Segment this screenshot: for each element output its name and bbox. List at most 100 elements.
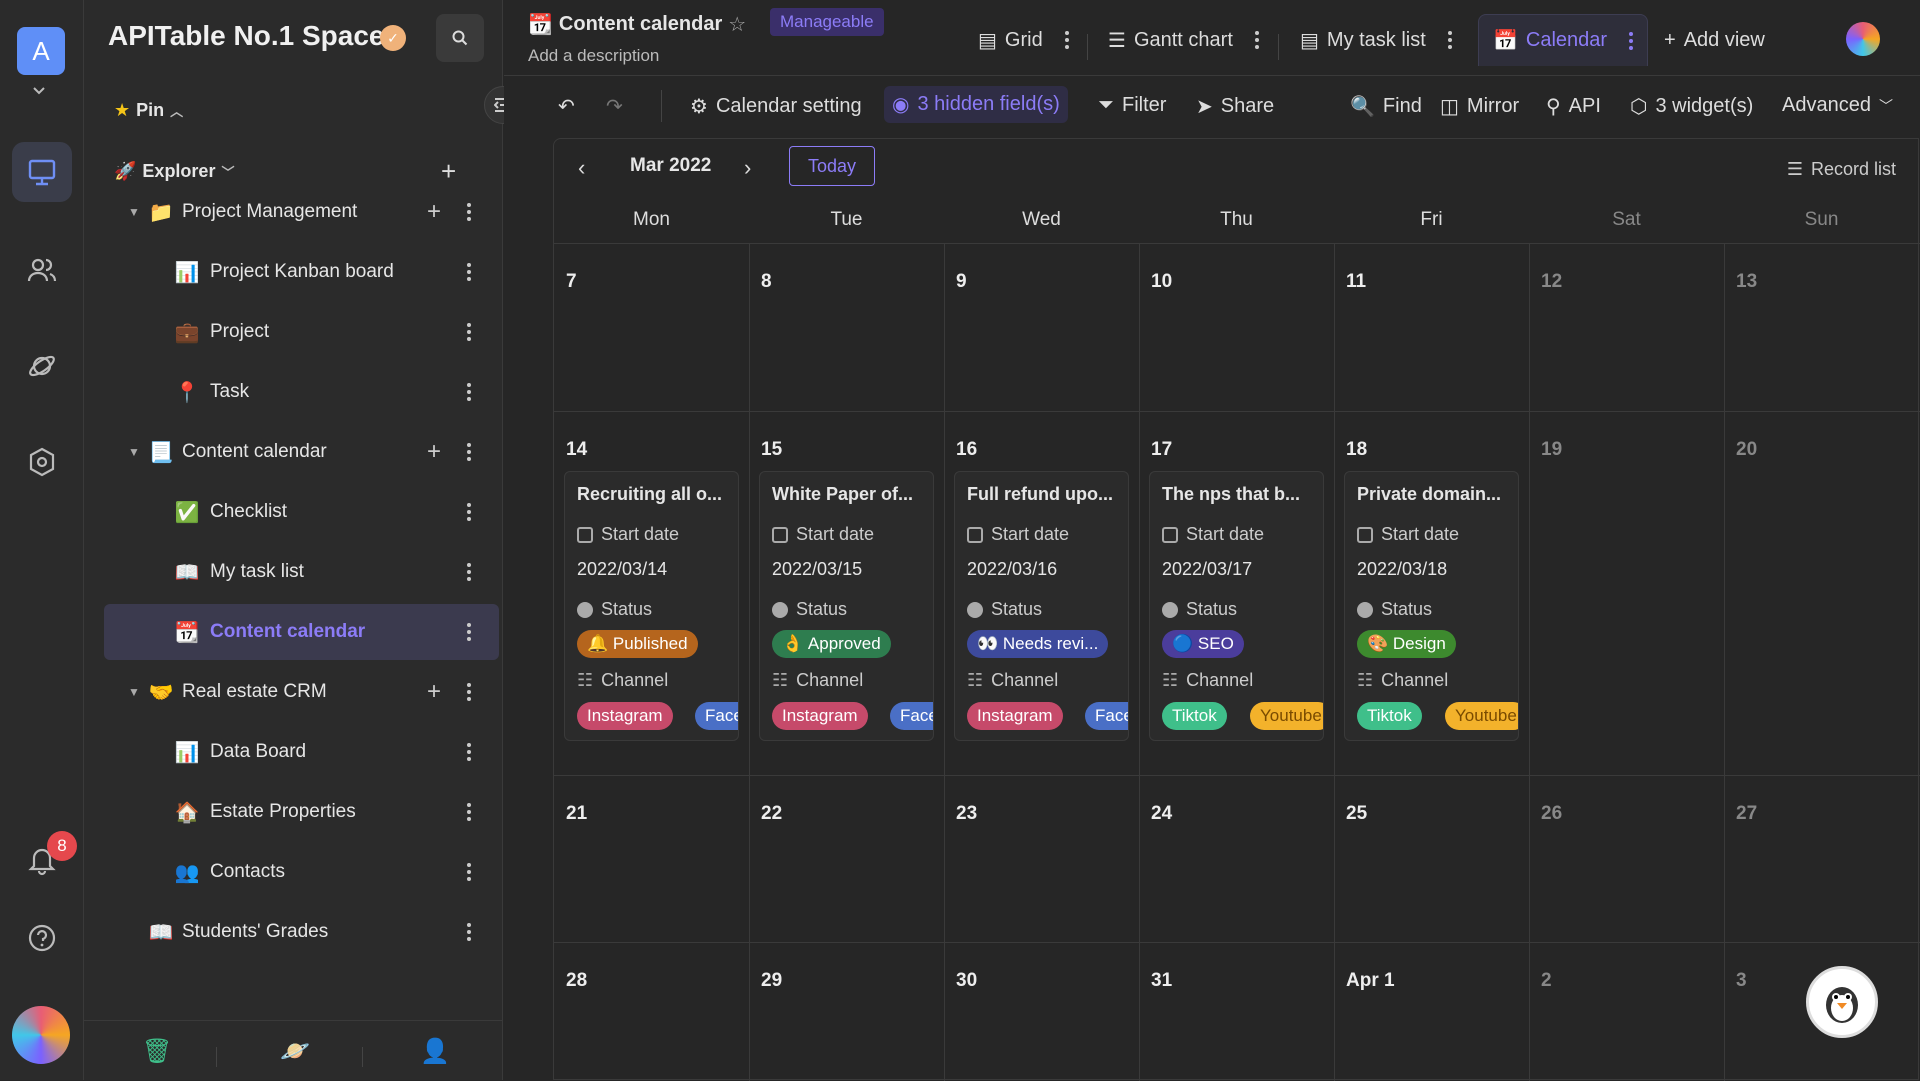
template-center-icon[interactable]: 🪐: [280, 1037, 310, 1066]
day-number[interactable]: 26: [1541, 803, 1562, 825]
record-card[interactable]: Private domain... Start date 2022/03/18 Sta…: [1344, 471, 1519, 741]
tree-node[interactable]: 📍 Task: [84, 364, 503, 420]
caret-down-icon[interactable]: ▼: [128, 205, 140, 219]
tree-node[interactable]: 🏠 Estate Properties: [84, 784, 503, 840]
day-number[interactable]: 16: [956, 439, 977, 461]
tree-node[interactable]: 📖 My task list: [84, 544, 503, 600]
day-number[interactable]: 22: [761, 803, 782, 825]
record-card[interactable]: White Paper of... Start date 2022/03/15 Sta…: [759, 471, 934, 741]
day-number[interactable]: 30: [956, 970, 977, 992]
tree-node[interactable]: 📊 Project Kanban board: [84, 244, 503, 300]
day-number[interactable]: 11: [1346, 271, 1366, 293]
day-number[interactable]: 31: [1151, 970, 1172, 992]
more-icon[interactable]: [467, 623, 473, 641]
day-number[interactable]: 3: [1736, 970, 1747, 992]
more-icon[interactable]: [467, 323, 473, 341]
help-button[interactable]: [12, 908, 72, 968]
day-number[interactable]: 14: [566, 439, 587, 461]
view-tab-grid[interactable]: ▤ Grid: [978, 14, 1069, 66]
more-icon[interactable]: [467, 563, 473, 581]
day-number[interactable]: 25: [1346, 803, 1367, 825]
caret-down-icon[interactable]: ▼: [128, 445, 140, 459]
sidebar-search-button[interactable]: [436, 14, 484, 62]
redo-icon[interactable]: ↷: [606, 94, 623, 119]
assistant-mascot-button[interactable]: [1806, 966, 1878, 1038]
tree-node[interactable]: ▼ 📁 Project Management +: [84, 184, 503, 240]
day-number[interactable]: 9: [956, 271, 967, 293]
add-child-button[interactable]: +: [427, 198, 441, 226]
api-button[interactable]: ⚲ API: [1546, 94, 1601, 119]
chevron-down-icon[interactable]: [32, 84, 46, 98]
record-card[interactable]: The nps that b... Start date 2022/03/17 Sta…: [1149, 471, 1324, 741]
more-icon[interactable]: [467, 383, 473, 401]
record-card[interactable]: Full refund upo... Start date 2022/03/16 St…: [954, 471, 1129, 741]
day-number[interactable]: 15: [761, 439, 782, 461]
more-icon[interactable]: [467, 503, 473, 521]
hidden-fields-button[interactable]: ◉ 3 hidden field(s): [884, 86, 1068, 123]
filter-button[interactable]: ⏷ Filter: [1098, 94, 1166, 117]
trash-icon[interactable]: 🗑: [142, 1037, 172, 1066]
workbench-nav-button[interactable]: [12, 142, 72, 202]
undo-icon[interactable]: ↶: [558, 94, 575, 119]
next-month-button[interactable]: ›: [744, 155, 751, 181]
tree-node[interactable]: ▼ 🤝 Real estate CRM +: [84, 664, 503, 720]
day-number[interactable]: 2: [1541, 970, 1552, 992]
more-icon[interactable]: [467, 863, 473, 881]
today-button[interactable]: Today: [789, 146, 875, 186]
day-number[interactable]: 24: [1151, 803, 1172, 825]
more-icon[interactable]: [467, 683, 473, 701]
caret-down-icon[interactable]: ▼: [128, 685, 140, 699]
day-number[interactable]: 8: [761, 271, 772, 293]
tree-node[interactable]: 📆 Content calendar: [104, 604, 499, 660]
description-link[interactable]: Add a description: [528, 46, 659, 66]
day-number[interactable]: 21: [566, 803, 587, 825]
add-child-button[interactable]: +: [427, 438, 441, 466]
record-card[interactable]: Recruiting all o... Start date 2022/03/14 S…: [564, 471, 739, 741]
more-icon[interactable]: [467, 263, 473, 281]
space-avatar[interactable]: A: [17, 27, 65, 75]
tree-node[interactable]: ▼ 📃 Content calendar +: [84, 424, 503, 480]
share-button[interactable]: ➤ Share: [1196, 94, 1274, 119]
day-number[interactable]: 10: [1151, 271, 1172, 293]
day-number[interactable]: 20: [1736, 439, 1757, 461]
day-number[interactable]: 19: [1541, 439, 1562, 461]
view-more-icon[interactable]: [1629, 31, 1634, 50]
explorer-section-toggle[interactable]: 🚀 Explorer ﹀: [114, 161, 234, 182]
more-icon[interactable]: [467, 923, 473, 941]
more-icon[interactable]: [467, 803, 473, 821]
add-child-button[interactable]: +: [427, 678, 441, 706]
view-more-icon[interactable]: [1447, 31, 1452, 49]
settings-nav-button[interactable]: [12, 432, 72, 492]
day-number[interactable]: 27: [1736, 803, 1757, 825]
view-more-icon[interactable]: [1064, 31, 1069, 49]
advanced-button[interactable]: Advanced ﹀: [1782, 94, 1893, 117]
widgets-button[interactable]: ⬡ 3 widget(s): [1630, 94, 1753, 119]
add-view-button[interactable]: + Add view: [1664, 14, 1765, 66]
day-number[interactable]: 7: [566, 271, 577, 293]
tree-node[interactable]: ✅ Checklist: [84, 484, 503, 540]
record-list-button[interactable]: ☰ Record list: [1787, 159, 1896, 180]
tree-node[interactable]: 👥 Contacts: [84, 844, 503, 900]
day-number[interactable]: 17: [1151, 439, 1172, 461]
tree-node[interactable]: 💼 Project: [84, 304, 503, 360]
calendar-setting-button[interactable]: ⚙ Calendar setting: [690, 94, 862, 119]
day-number[interactable]: 13: [1736, 271, 1757, 293]
pin-section-toggle[interactable]: ★ Pin ︿: [114, 100, 183, 121]
tree-node[interactable]: 📖 Students' Grades: [84, 904, 503, 960]
day-number[interactable]: 18: [1346, 439, 1367, 461]
members-nav-button[interactable]: [12, 240, 72, 300]
view-more-icon[interactable]: [1254, 31, 1259, 49]
more-icon[interactable]: [467, 743, 473, 761]
star-outline-icon[interactable]: ☆: [728, 12, 746, 37]
find-button[interactable]: 🔍 Find: [1350, 94, 1422, 119]
day-number[interactable]: 28: [566, 970, 587, 992]
day-number[interactable]: Apr 1: [1346, 970, 1395, 992]
day-number[interactable]: 29: [761, 970, 782, 992]
tree-node[interactable]: 📊 Data Board: [84, 724, 503, 780]
apitable-logo[interactable]: [1846, 22, 1880, 56]
mirror-button[interactable]: ◫ Mirror: [1440, 94, 1519, 119]
day-number[interactable]: 12: [1541, 271, 1562, 293]
view-tab-gantt[interactable]: ☰ Gantt chart: [1108, 14, 1259, 66]
more-icon[interactable]: [467, 443, 473, 461]
view-tab-calendar[interactable]: 📅 Calendar: [1478, 14, 1649, 66]
